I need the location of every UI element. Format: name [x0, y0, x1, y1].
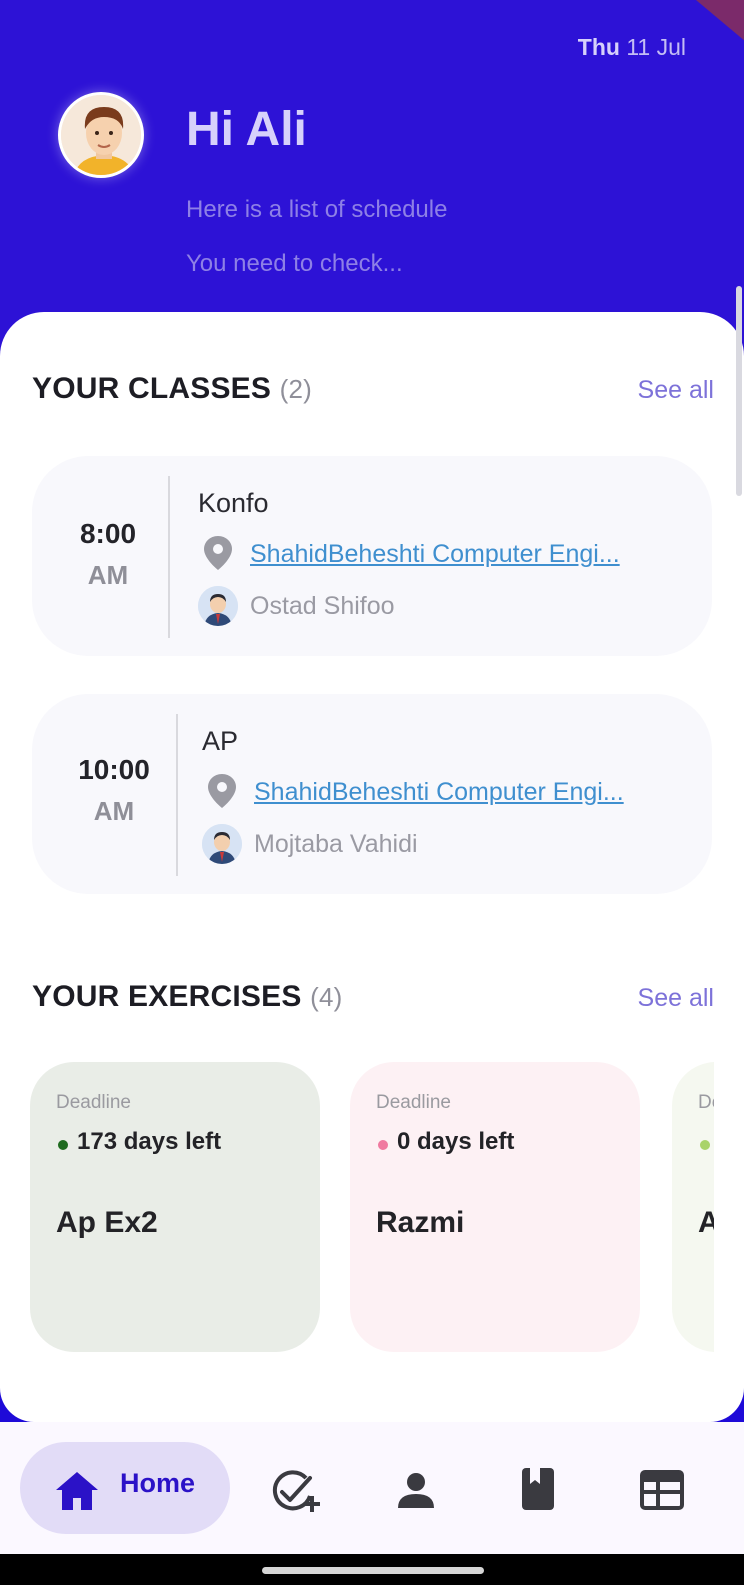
exercise-name: Razmi [376, 1206, 465, 1239]
deadline-label: Deadline [56, 1092, 131, 1113]
exercise-card[interactable]: De A [672, 1062, 714, 1352]
scrollbar[interactable] [736, 286, 742, 496]
days-left: 0 days left [397, 1128, 515, 1155]
status-dot [378, 1140, 388, 1150]
nav-home-label: Home [120, 1468, 196, 1498]
status-dot [58, 1140, 68, 1150]
deadline-label: Deadline [376, 1092, 451, 1113]
home-gesture-handle[interactable] [262, 1567, 484, 1574]
status-dot [700, 1140, 710, 1150]
person-icon[interactable] [398, 1472, 434, 1508]
exercise-name: A [698, 1206, 714, 1239]
calendar-table-icon[interactable] [640, 1470, 684, 1510]
deadline-label: De [698, 1092, 714, 1113]
exercise-card[interactable]: Deadline 0 days left Razmi [350, 1062, 640, 1352]
exercise-card[interactable]: Deadline 173 days left Ap Ex2 [30, 1062, 320, 1352]
days-left: 173 days left [77, 1128, 222, 1155]
exercise-carousel[interactable]: Deadline 173 days left Ap Ex2 Deadline 0… [0, 0, 714, 1422]
home-icon [56, 1472, 98, 1510]
exercise-name: Ap Ex2 [56, 1206, 158, 1239]
add-task-icon[interactable] [272, 1470, 322, 1514]
book-icon[interactable] [522, 1468, 554, 1510]
bottom-navigation: Home [0, 1422, 744, 1554]
